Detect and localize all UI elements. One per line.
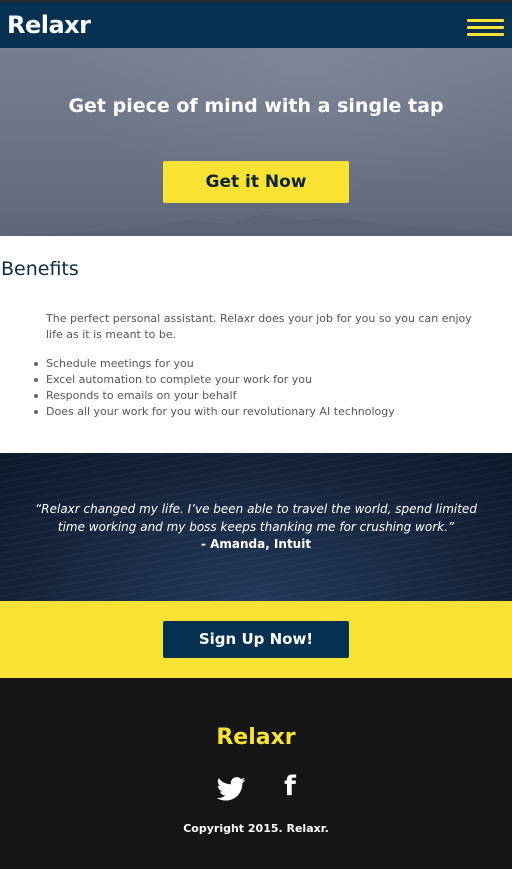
footer: Relaxr f Copyright 2015. Relaxr. — [0, 678, 512, 869]
testimonial-author: - Amanda, Intuit — [200, 537, 312, 551]
list-item: Excel automation to complete your work f… — [34, 372, 486, 388]
signup-section: Sign Up Now! — [0, 601, 512, 678]
copyright-text: Copyright 2015. Relaxr. — [183, 822, 329, 835]
twitter-icon[interactable] — [216, 777, 246, 801]
list-item: Responds to emails on your behalf — [34, 388, 486, 404]
footer-brand: Relaxr — [216, 725, 296, 750]
testimonial-quote: “Relaxr changed my life. I’ve been able … — [35, 502, 477, 534]
brand-logo[interactable]: Relaxr — [7, 11, 91, 39]
mountain-silhouette — [0, 214, 512, 236]
facebook-icon[interactable]: f — [282, 773, 298, 801]
testimonial-section: “Relaxr changed my life. I’ve been able … — [0, 453, 512, 601]
hero-section: Get piece of mind with a single tap Get … — [0, 48, 512, 236]
benefits-list: Schedule meetings for you Excel automati… — [34, 356, 486, 420]
get-it-now-button[interactable]: Get it Now — [163, 161, 349, 203]
list-item: Schedule meetings for you — [34, 356, 486, 372]
navbar: Relaxr — [0, 0, 512, 48]
sign-up-button[interactable]: Sign Up Now! — [163, 621, 349, 658]
hamburger-menu-icon[interactable] — [467, 19, 504, 36]
benefits-intro: The perfect personal assistant. Relaxr d… — [46, 312, 472, 341]
hero-title: Get piece of mind with a single tap — [68, 95, 444, 117]
list-item: Does all your work for you with our revo… — [34, 404, 486, 420]
benefits-section: Benefits The perfect personal assistant.… — [0, 236, 512, 453]
benefits-heading: Benefits — [1, 258, 79, 280]
